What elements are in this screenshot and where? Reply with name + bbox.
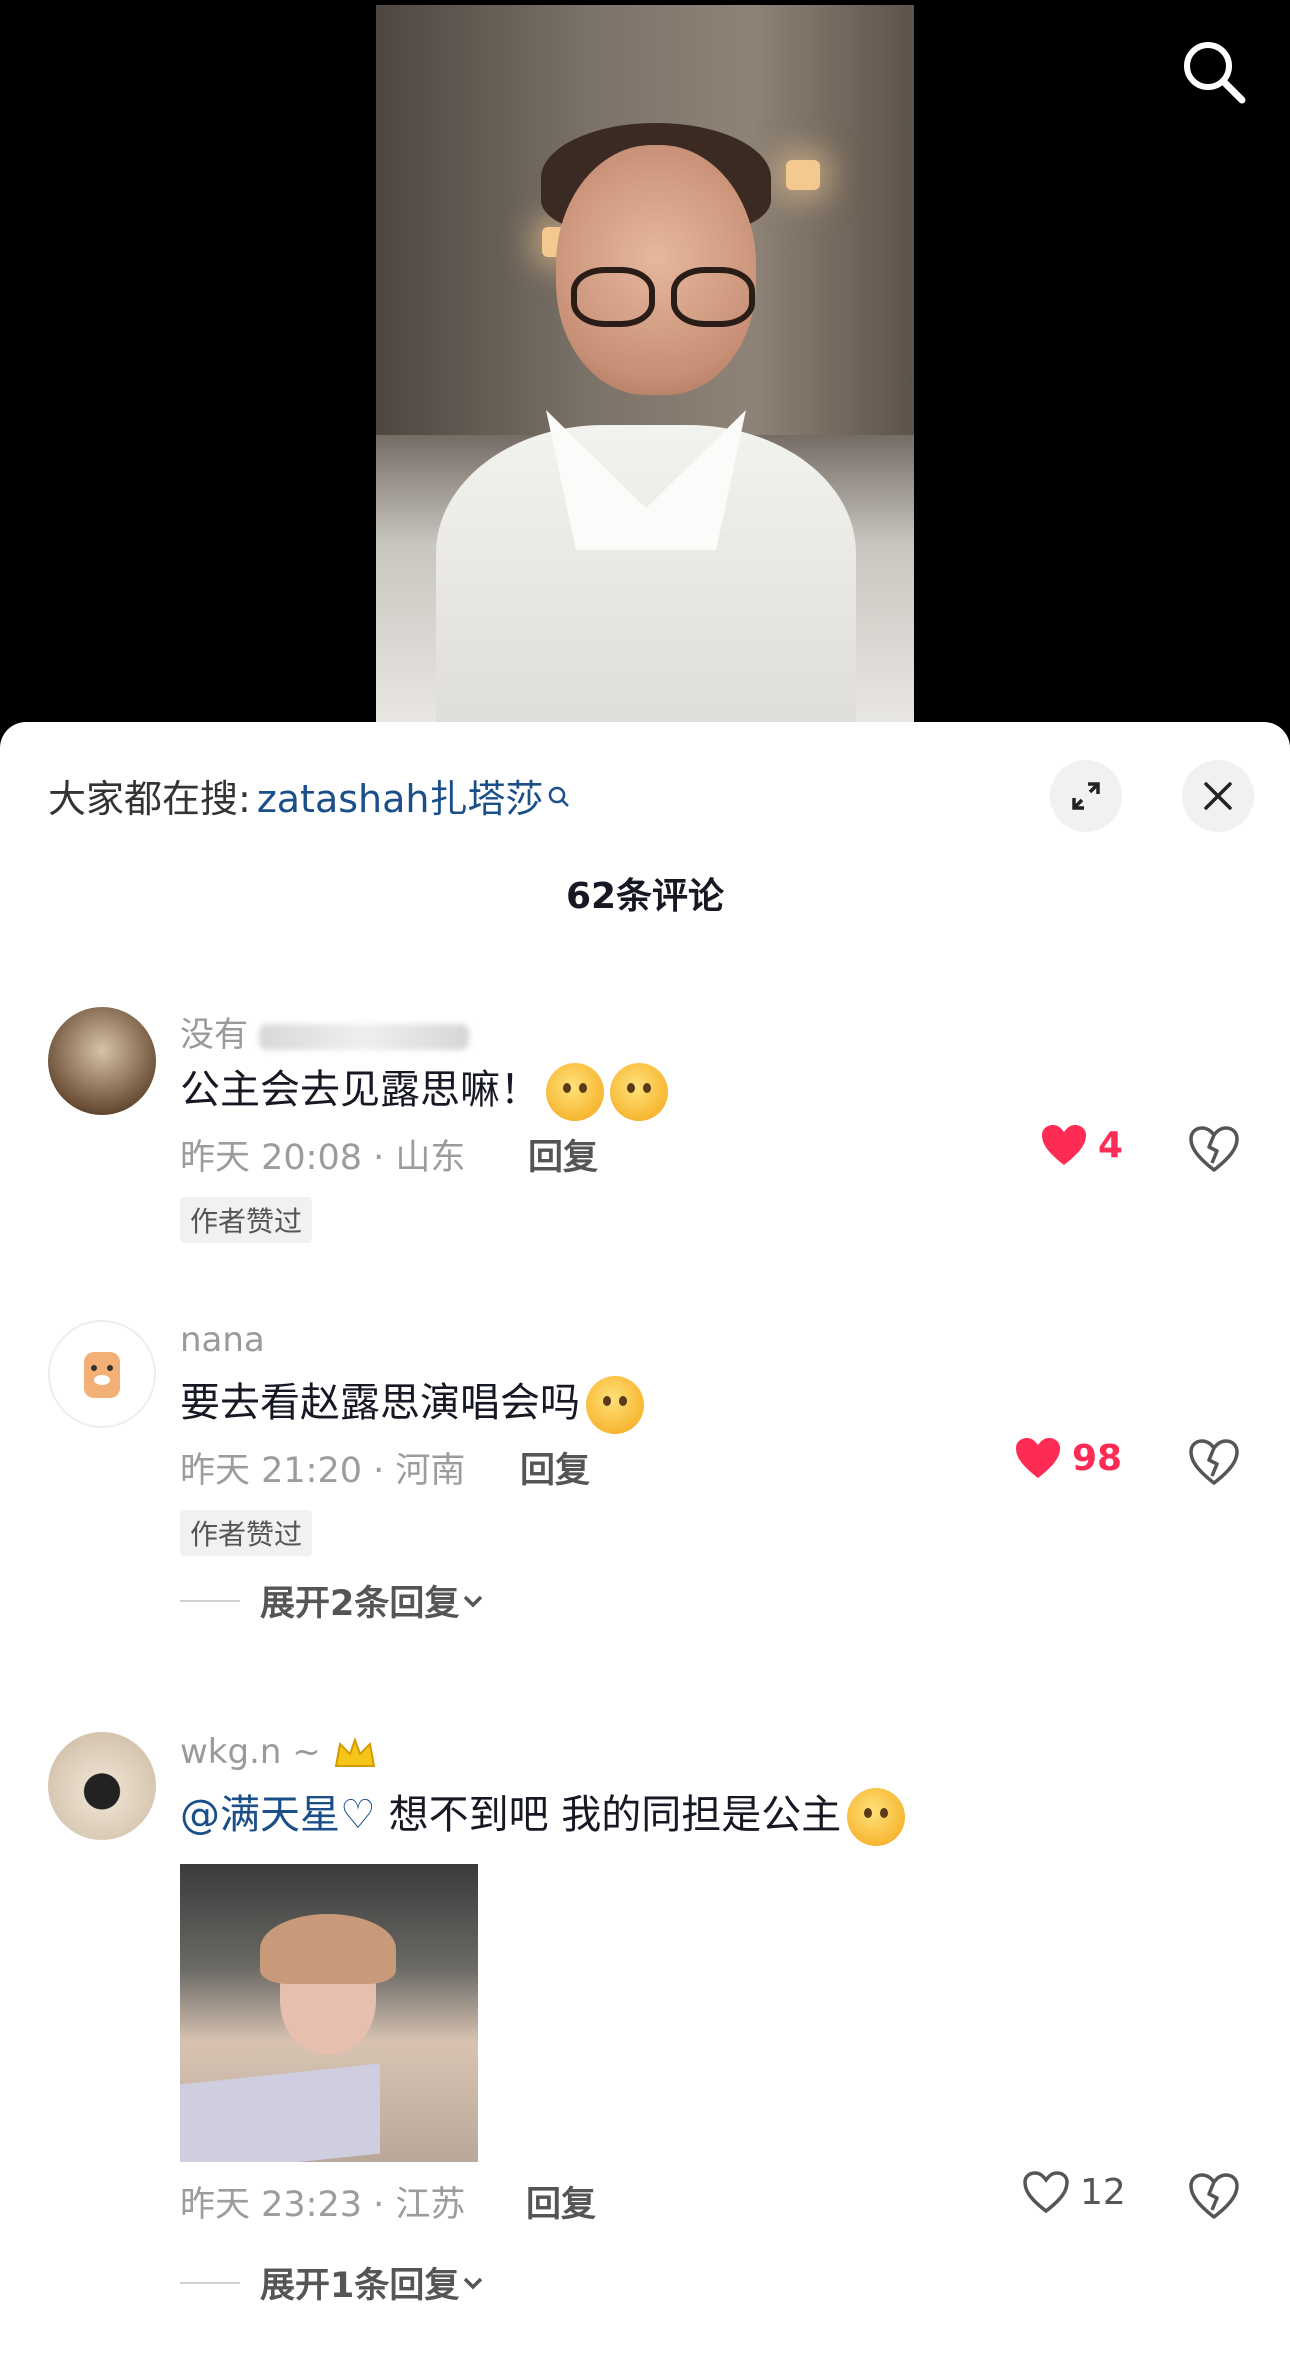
chevron-down-icon [464, 2277, 483, 2289]
chevron-down-icon [464, 1595, 483, 1607]
expand-replies-label: 展开2条回复 [260, 1584, 460, 1624]
heart-filled-icon [1016, 1438, 1060, 1478]
person-shirt [436, 425, 856, 725]
comment-image[interactable] [180, 1864, 478, 2162]
like-button[interactable]: 4 [1040, 1123, 1123, 1167]
video-frame[interactable] [376, 5, 914, 725]
dislike-button[interactable] [1188, 1438, 1240, 1490]
small-search-icon [547, 774, 571, 818]
lamp [786, 160, 820, 190]
expand-replies-label: 展开1条回复 [260, 2266, 460, 2306]
author-liked-badge: 作者赞过 [180, 1197, 313, 1243]
expand-replies[interactable]: 展开1条回复 [180, 2257, 487, 2308]
comment-meta: 昨天 23:23 · 江苏 [180, 2185, 466, 2225]
divider [180, 2281, 240, 2284]
username[interactable]: wkg.n ~ [180, 1732, 378, 1772]
comment-text: 公主会去见露思嘛！ [180, 1057, 668, 1121]
broken-heart-icon [1189, 1439, 1239, 1485]
trending-prefix: 大家都在搜: [48, 777, 251, 821]
broken-heart-icon [1189, 2173, 1239, 2219]
expand-replies[interactable]: 展开2条回复 [180, 1575, 487, 1626]
comment-item: nana 要去看赵露思演唱会吗 昨天 21:20 · 河南 回复 98 作者赞过… [0, 1320, 1290, 1624]
author-liked-badge: 作者赞过 [180, 1510, 313, 1556]
dislike-button[interactable] [1188, 1125, 1240, 1177]
heart-filled-icon [1042, 1125, 1086, 1165]
comment-meta: 昨天 20:08 · 山东 [180, 1138, 466, 1178]
broken-heart-icon [1189, 1126, 1239, 1172]
like-count: 12 [1080, 2171, 1126, 2213]
like-count: 98 [1072, 1437, 1123, 1479]
dislike-button[interactable] [1188, 2172, 1240, 2224]
fullscreen-button[interactable] [1050, 760, 1122, 832]
avatar[interactable] [48, 1007, 156, 1115]
comment-item: 没有 公主会去见露思嘛！ 昨天 20:08 · 山东 回复 4 作者赞过 [0, 1007, 1290, 1307]
like-button[interactable]: 98 [1014, 1436, 1122, 1480]
comment-meta: 昨天 21:20 · 河南 [180, 1451, 466, 1491]
avatar[interactable] [48, 1320, 156, 1428]
mention-link[interactable]: @满天星♡ [180, 1792, 376, 1838]
close-button[interactable] [1182, 760, 1254, 832]
trending-search[interactable]: 大家都在搜: zatashah扎塔莎 [48, 768, 571, 823]
search-icon[interactable] [1178, 36, 1250, 108]
comment-count: 62条评论 [565, 876, 725, 917]
comments-sheet: 大家都在搜: zatashah扎塔莎 62条评论 没有 公主会去见露思嘛！ 昨天… [0, 722, 1290, 2374]
emoji-icon [586, 1376, 644, 1434]
close-icon [1204, 782, 1232, 810]
reply-button[interactable]: 回复 [526, 2176, 596, 2227]
username[interactable]: nana [180, 1320, 265, 1360]
trending-keyword[interactable]: zatashah扎塔莎 [257, 768, 544, 823]
crown-icon [334, 1736, 375, 1767]
video-player[interactable] [0, 0, 1290, 730]
username[interactable]: 没有 [180, 1007, 469, 1056]
glasses [571, 267, 755, 327]
emoji-icon [610, 1063, 668, 1121]
heart-outline-icon [1023, 2171, 1069, 2214]
avatar[interactable] [48, 1732, 156, 1840]
comment-item: wkg.n ~ @满天星♡ 想不到吧 我的同担是公主 昨天 23:23 · 江苏… [0, 1732, 1290, 2352]
reply-button[interactable]: 回复 [528, 1129, 598, 1180]
expand-icon [1072, 782, 1100, 810]
like-button[interactable]: 12 [1022, 2170, 1126, 2214]
reply-button[interactable]: 回复 [520, 1442, 590, 1493]
emoji-icon [546, 1063, 604, 1121]
divider [180, 1599, 240, 1602]
comment-text: @满天星♡ 想不到吧 我的同担是公主 [180, 1782, 906, 1846]
comment-text: 要去看赵露思演唱会吗 [180, 1370, 644, 1434]
like-count: 4 [1098, 1124, 1124, 1166]
emoji-icon [847, 1788, 906, 1846]
